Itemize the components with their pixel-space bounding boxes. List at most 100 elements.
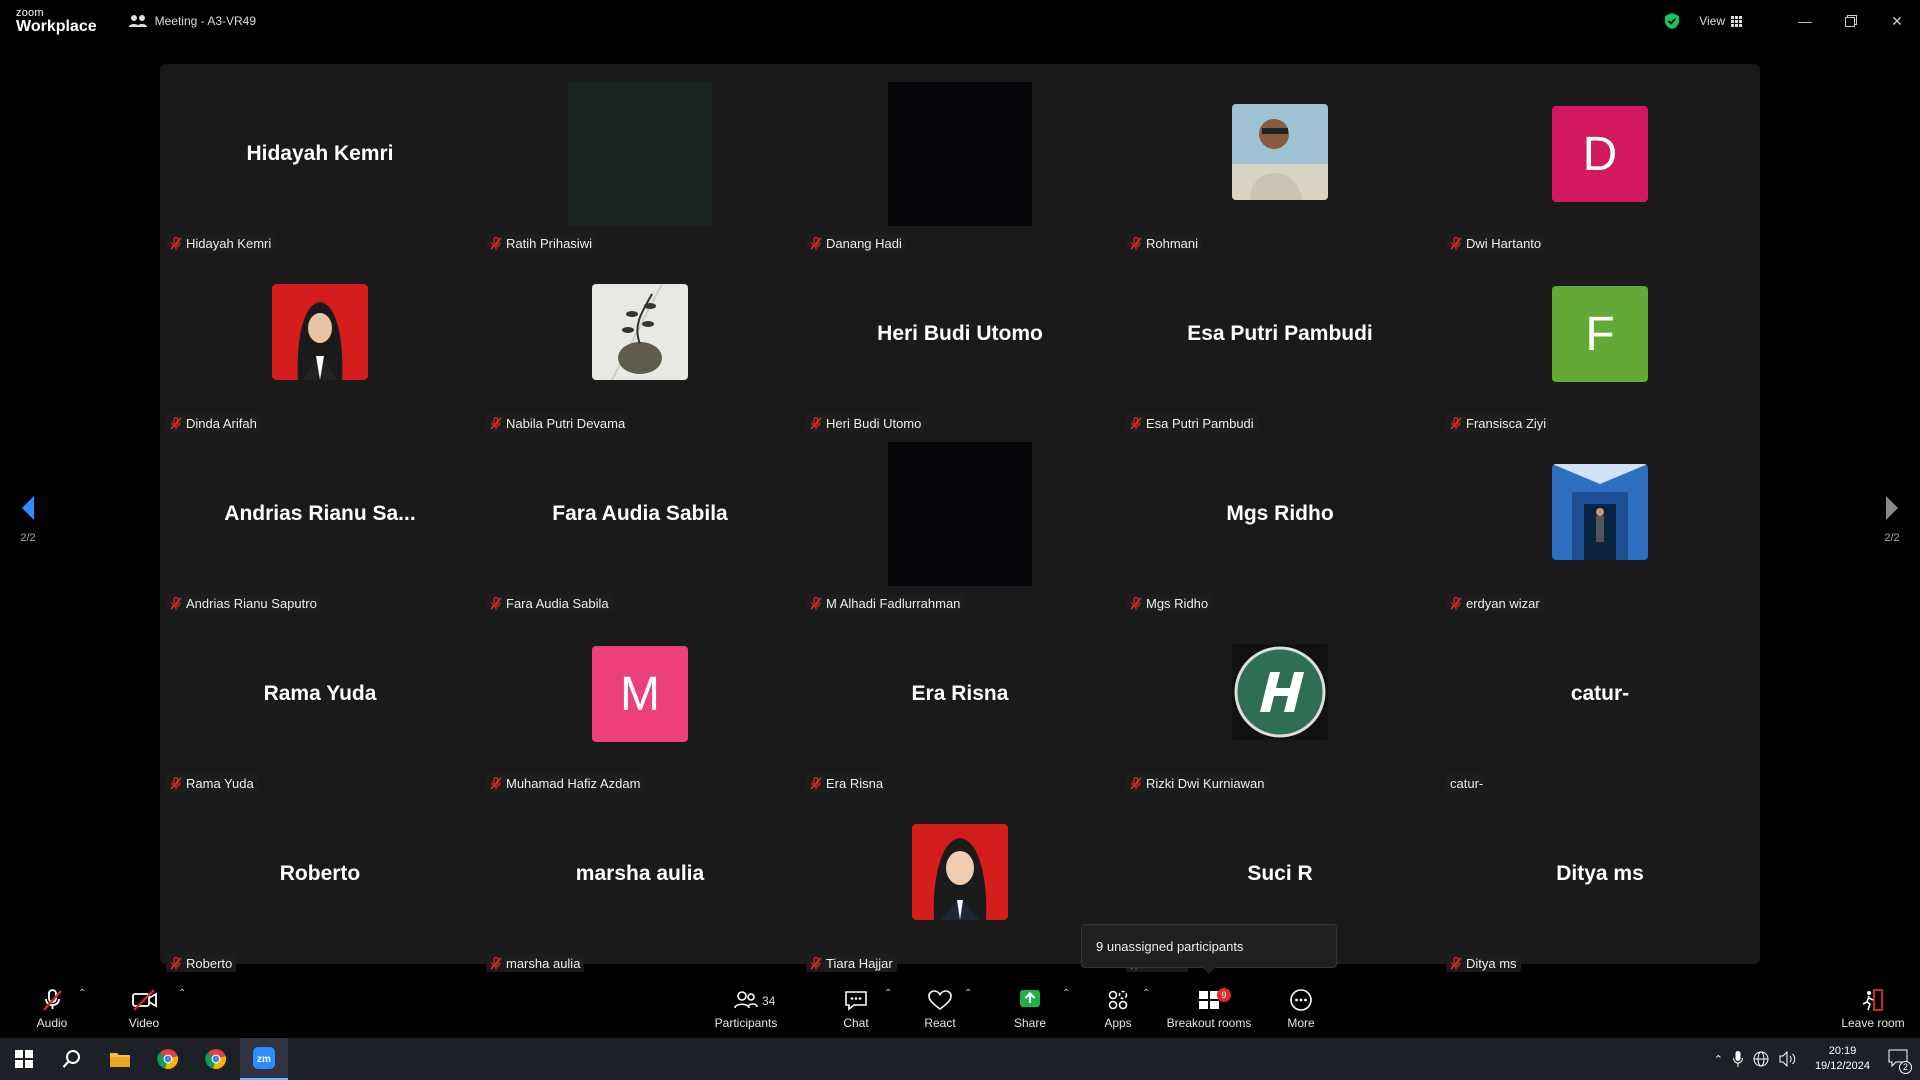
chrome-profile-icon	[205, 1049, 226, 1069]
meeting-title: Meeting - A3-VR49	[154, 14, 257, 28]
mic-muted-icon	[170, 596, 182, 610]
participant-name: Muhamad Hafiz Azdam	[506, 775, 641, 791]
participant-video	[888, 82, 1032, 226]
view-button[interactable]: View	[1699, 14, 1742, 28]
mic-muted-icon	[490, 776, 502, 790]
mic-muted-icon	[490, 596, 502, 610]
tile-content: catur-	[1440, 614, 1760, 774]
brand-small: zoom	[16, 6, 44, 19]
apps-label: Apps	[1104, 1016, 1132, 1030]
start-button[interactable]	[0, 1038, 48, 1080]
react-options-caret[interactable]: ⌃	[964, 988, 972, 999]
brand-large: Workplace	[16, 17, 97, 35]
taskbar-chrome[interactable]	[144, 1038, 192, 1080]
participant-name-label: Fara Audia Sabila	[486, 594, 613, 612]
audio-button[interactable]: Audio	[30, 980, 74, 1038]
minimize-button[interactable]: —	[1782, 0, 1828, 42]
breakout-rooms-button[interactable]: Breakout rooms	[1164, 980, 1254, 1038]
leave-room-icon	[1862, 989, 1883, 1011]
participant-tile[interactable]: catur-catur-	[1440, 614, 1760, 794]
apps-options-caret[interactable]: ⌃	[1142, 988, 1150, 999]
participant-tile[interactable]: Mgs Ridho Mgs Ridho	[1120, 434, 1440, 614]
search-icon	[62, 1050, 80, 1068]
taskbar-search[interactable]	[48, 1038, 96, 1080]
participant-tile[interactable]: Ratih Prihasiwi	[480, 74, 800, 254]
more-icon	[1290, 989, 1312, 1011]
participant-tile[interactable]: F Fransisca Ziyi	[1440, 254, 1760, 434]
taskbar-zoom[interactable]: zm	[240, 1038, 288, 1080]
tray-overflow-chevron-icon[interactable]: ⌃	[1714, 1053, 1723, 1066]
participant-tile[interactable]: Nabila Putri Devama	[480, 254, 800, 434]
speaker-icon[interactable]	[1779, 1051, 1797, 1067]
participant-tile[interactable]: D Dwi Hartanto	[1440, 74, 1760, 254]
clock[interactable]: 20:19 19/12/2024	[1815, 1044, 1870, 1074]
share-button[interactable]: Share	[1010, 980, 1050, 1038]
participant-name-label: Andrias Rianu Saputro	[166, 594, 321, 612]
participant-tile[interactable]: marsha aulia marsha aulia	[480, 794, 800, 974]
participant-name-label: Tiara Hajjar	[806, 954, 897, 972]
participants-icon	[734, 991, 758, 1009]
share-icon	[1020, 990, 1040, 1007]
participant-tile[interactable]: M Alhadi Fadlurrahman	[800, 434, 1120, 614]
participant-tile[interactable]: Heri Budi Utomo Heri Budi Utomo	[800, 254, 1120, 434]
participants-button[interactable]: Participants	[710, 980, 782, 1038]
share-options-caret[interactable]: ⌃	[1062, 988, 1070, 999]
notifications-button[interactable]: 2	[1888, 1049, 1912, 1074]
meeting-info[interactable]: Meeting - A3-VR49	[128, 14, 257, 28]
video-button[interactable]: Video	[122, 980, 166, 1038]
more-button[interactable]: More	[1281, 980, 1321, 1038]
breakout-label: Breakout rooms	[1166, 1016, 1252, 1030]
arrow-right-icon	[1886, 496, 1898, 520]
minimize-icon: —	[1798, 13, 1812, 29]
restore-button[interactable]	[1828, 0, 1874, 42]
microphone-icon[interactable]	[1732, 1051, 1743, 1067]
participant-tile[interactable]: Fara Audia Sabila Fara Audia Sabila	[480, 434, 800, 614]
audio-options-caret[interactable]: ⌃	[78, 988, 86, 999]
leave-room-button[interactable]: Leave room	[1838, 980, 1908, 1038]
chat-options-caret[interactable]: ⌃	[884, 988, 892, 999]
tile-content	[800, 434, 1120, 594]
react-button[interactable]: React	[920, 980, 960, 1038]
participant-tile[interactable]: Ditya ms Ditya ms	[1440, 794, 1760, 974]
next-page[interactable]: 2/2	[1872, 494, 1912, 544]
participants-count: 34	[762, 994, 776, 1008]
chat-button[interactable]: Chat	[836, 980, 876, 1038]
participant-name: marsha aulia	[506, 955, 581, 971]
participant-video	[888, 442, 1032, 586]
participant-name-label: Rohmani	[1126, 234, 1203, 252]
participant-tile[interactable]: Rohmani	[1120, 74, 1440, 254]
tile-content: Ditya ms	[1440, 794, 1760, 954]
encryption-shield-icon[interactable]	[1663, 12, 1681, 30]
participant-tile[interactable]: Era Risna Era Risna	[800, 614, 1120, 794]
participant-tile[interactable]: Tiara Hajjar	[800, 794, 1120, 974]
taskbar-chrome-profile[interactable]	[192, 1038, 240, 1080]
tile-content: Rama Yuda	[160, 614, 480, 774]
participant-tile[interactable]: M Muhamad Hafiz Azdam	[480, 614, 800, 794]
participant-tile[interactable]: Esa Putri Pambudi Esa Putri Pambudi	[1120, 254, 1440, 434]
close-button[interactable]: ✕	[1874, 0, 1920, 42]
zoom-app-icon: zm	[253, 1047, 275, 1069]
participant-tile[interactable]: Rizki Dwi Kurniawan	[1120, 614, 1440, 794]
participant-tile[interactable]: Andrias Rianu Sa... Andrias Rianu Saputro	[160, 434, 480, 614]
participant-name-label: Roberto	[166, 954, 237, 972]
participant-tile[interactable]: Hidayah Kemri Hidayah Kemri	[160, 74, 480, 254]
mic-muted-icon	[810, 776, 822, 790]
globe-icon[interactable]	[1753, 1051, 1769, 1067]
prev-page[interactable]: 2/2	[8, 494, 48, 544]
participants-label: Participants	[714, 1016, 778, 1030]
participant-display-name: Esa Putri Pambudi	[1187, 322, 1373, 345]
participant-tile[interactable]: Roberto Roberto	[160, 794, 480, 974]
apps-button[interactable]: Apps	[1098, 980, 1138, 1038]
video-options-caret[interactable]: ⌃	[178, 988, 186, 999]
participant-tile[interactable]: Dinda Arifah	[160, 254, 480, 434]
participant-tile[interactable]: Danang Hadi	[800, 74, 1120, 254]
participant-tile[interactable]: erdyan wizar	[1440, 434, 1760, 614]
tile-content	[1440, 434, 1760, 594]
participant-name-label: Muhamad Hafiz Azdam	[486, 774, 645, 792]
participant-tile[interactable]: Rama Yuda Rama Yuda	[160, 614, 480, 794]
taskbar-file-explorer[interactable]	[96, 1038, 144, 1080]
participant-name-label: Dwi Hartanto	[1446, 234, 1546, 252]
participant-name: Dwi Hartanto	[1466, 235, 1542, 251]
avatar-letter: F	[1585, 307, 1615, 361]
participant-name: Ditya ms	[1466, 955, 1517, 971]
